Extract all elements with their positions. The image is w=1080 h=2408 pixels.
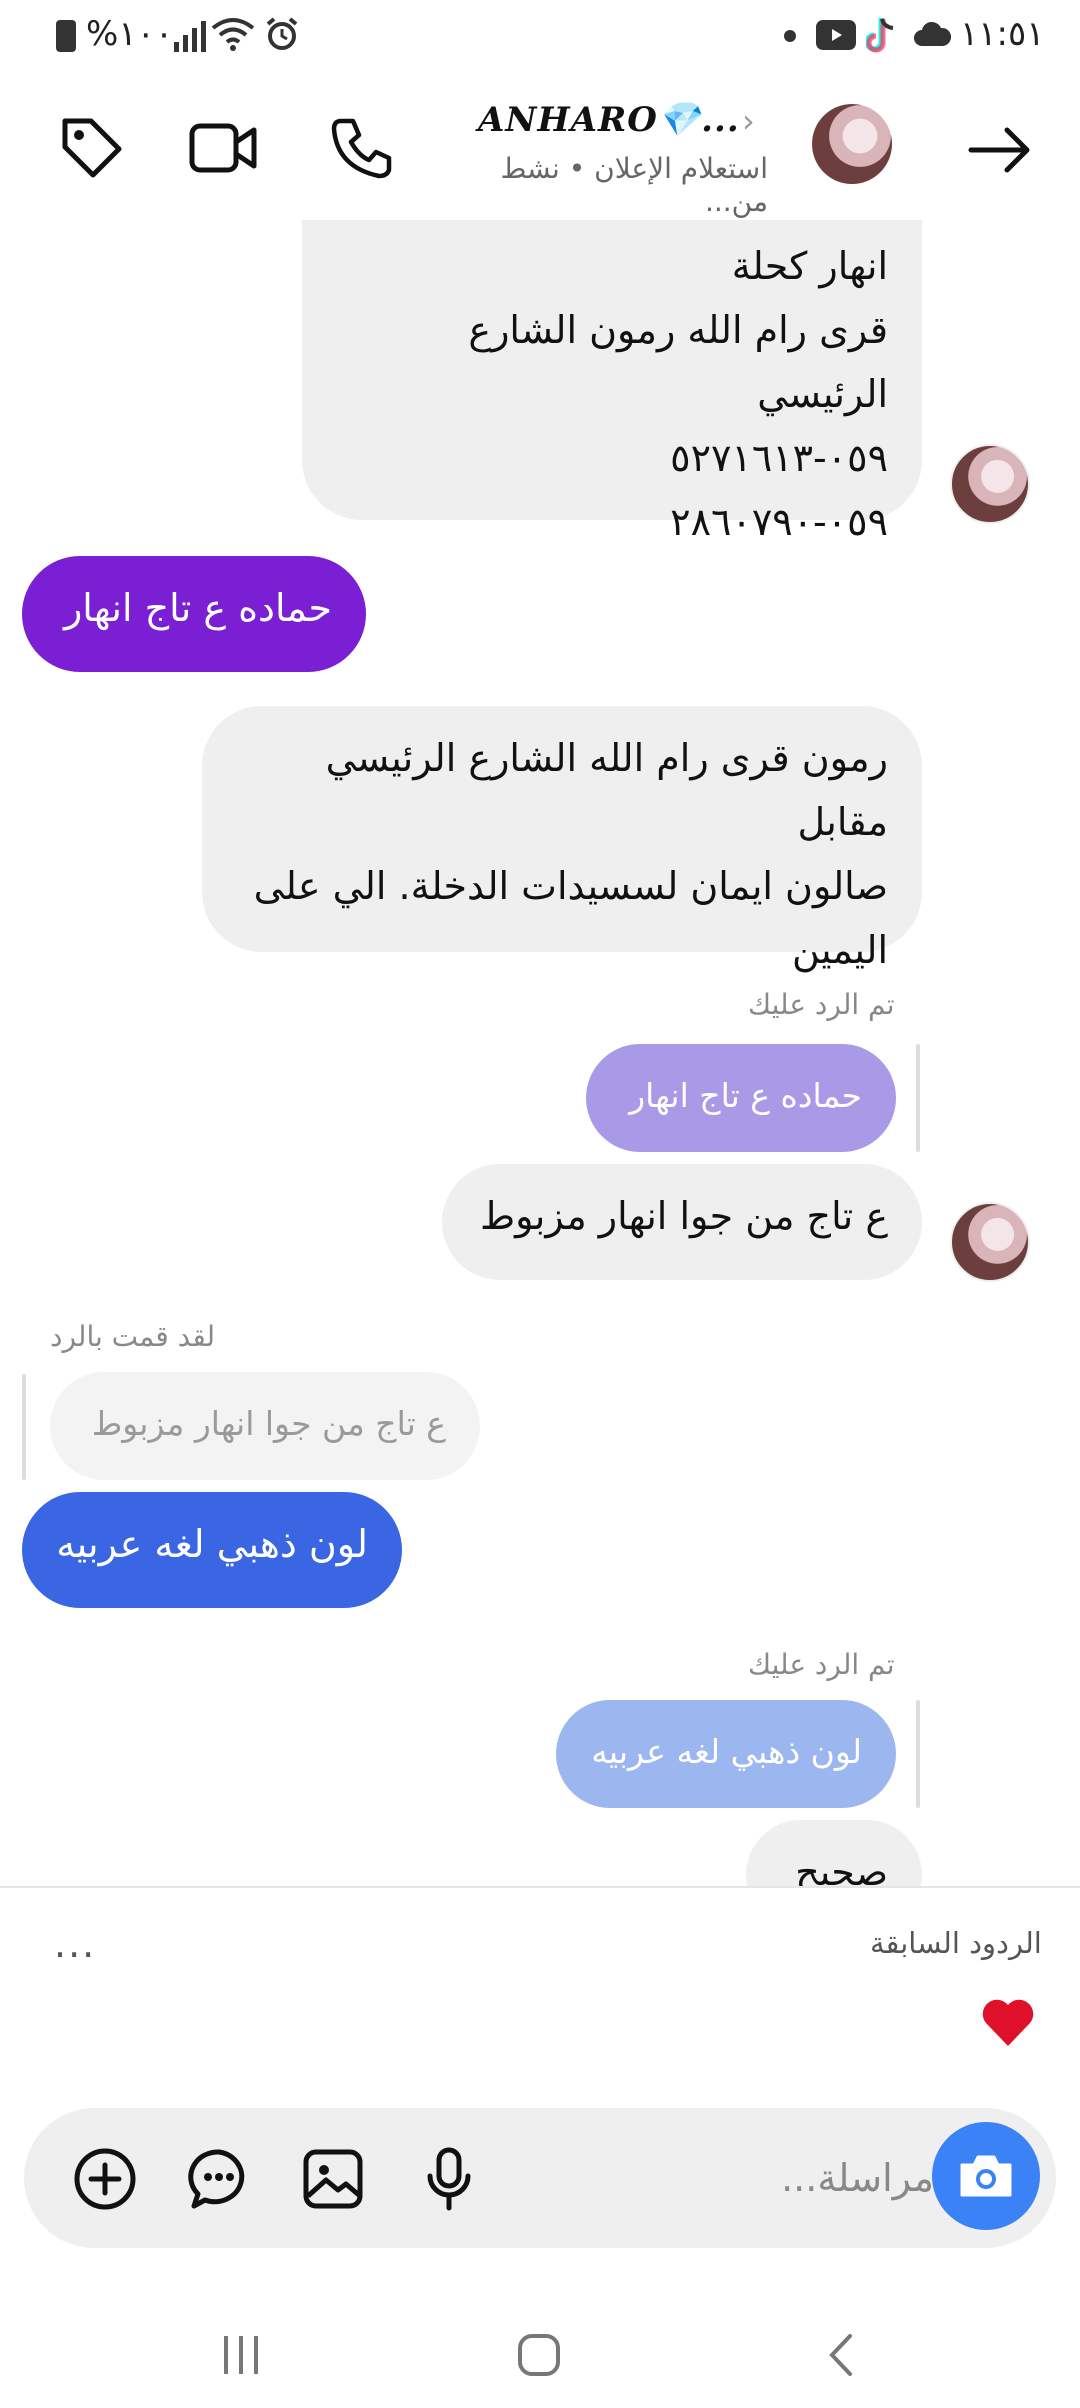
phone-icon[interactable]: [322, 108, 402, 188]
battery-icon: [56, 20, 76, 52]
previous-replies-label: الردود السابقة: [870, 1926, 1042, 1960]
alarm-icon: [264, 16, 300, 56]
message-bubble-received[interactable]: صحيح: [746, 1820, 922, 1886]
tag-icon[interactable]: [52, 108, 132, 188]
message-composer: مراسلة...: [24, 2108, 1056, 2248]
system-nav-bar: [0, 2300, 1080, 2408]
video-call-icon[interactable]: [184, 108, 264, 188]
message-line: ٠٥٩-٢٨٦٠٧٩٠: [670, 500, 888, 544]
sticker-chat-icon[interactable]: [186, 2146, 252, 2212]
reply-meta: لقد قمت بالرد: [50, 1320, 216, 1353]
reply-meta: تم الرد عليك: [748, 988, 895, 1021]
home-icon[interactable]: [504, 2320, 574, 2390]
message-line: ٠٥٩-٥٢٧١٦١٣: [670, 436, 888, 480]
heart-reaction-icon[interactable]: [980, 1996, 1036, 2060]
quoted-message[interactable]: حماده ع تاج انهار: [586, 1044, 896, 1152]
signal-icon: [172, 18, 208, 56]
message-bubble-sent[interactable]: حماده ع تاج انهار: [22, 556, 366, 672]
wifi-icon: [210, 16, 256, 56]
quote-bar: [22, 1374, 26, 1480]
camera-icon: [960, 2155, 1012, 2197]
tiktok-icon: [864, 14, 896, 58]
gallery-icon[interactable]: [300, 2146, 366, 2212]
camera-button[interactable]: [932, 2122, 1040, 2230]
dot-icon: [784, 30, 796, 42]
youtube-icon: [816, 20, 856, 50]
chevron-right-icon[interactable]: ›: [742, 102, 755, 140]
microphone-icon[interactable]: [416, 2146, 482, 2212]
back-icon[interactable]: [808, 2320, 878, 2390]
message-input[interactable]: مراسلة...: [684, 2148, 934, 2208]
battery-percent: %١٠٠: [86, 14, 174, 54]
message-line: اليمين: [792, 928, 888, 972]
message-line: قرى رام الله رمون الشارع الرئيسي: [468, 308, 888, 416]
quote-bar: [916, 1700, 920, 1808]
recent-apps-icon[interactable]: [206, 2320, 276, 2390]
more-options-icon[interactable]: ...: [54, 1922, 96, 1966]
message-bubble-received[interactable]: ع تاج من جوا انهار مزبوط: [442, 1164, 922, 1280]
divider: [0, 1886, 1080, 1888]
clock-time: ١١:٥١: [960, 14, 1045, 54]
sender-avatar[interactable]: [950, 1202, 1030, 1282]
message-clip: صحيح: [746, 1820, 922, 1886]
contact-name[interactable]: ANHARO💎...: [478, 100, 740, 140]
reply-meta: تم الرد عليك: [748, 1648, 895, 1681]
message-line: انهار كحلة: [731, 244, 888, 288]
contact-avatar[interactable]: [812, 104, 892, 184]
add-icon[interactable]: [72, 2146, 138, 2212]
message-bubble-sent[interactable]: لون ذهبي لغه عربيه: [22, 1492, 402, 1608]
quoted-message[interactable]: لون ذهبي لغه عربيه: [556, 1700, 896, 1808]
message-bubble-received[interactable]: انهار كحلة قرى رام الله رمون الشارع الرئ…: [302, 220, 922, 544]
quote-bar: [916, 1044, 920, 1152]
message-bubble-received[interactable]: رمون قرى رام الله الشارع الرئيسي مقابل ص…: [202, 706, 922, 972]
cloud-icon: [912, 20, 952, 52]
forward-arrow-icon[interactable]: [962, 112, 1038, 188]
chat-header: ANHARO💎... › استعلام الإعلان • نشط من...: [0, 90, 1080, 220]
sender-avatar[interactable]: [950, 444, 1030, 524]
message-line: صالون ايمان لسسيدات الدخلة. الي على: [253, 864, 888, 908]
message-line: رمون قرى رام الله الشارع الرئيسي مقابل: [325, 736, 888, 844]
quoted-message[interactable]: ع تاج من جوا انهار مزبوط: [50, 1372, 480, 1480]
contact-subtitle: استعلام الإعلان • نشط من...: [500, 152, 768, 218]
status-bar: %١٠٠ ١١:٥١: [0, 0, 1080, 70]
